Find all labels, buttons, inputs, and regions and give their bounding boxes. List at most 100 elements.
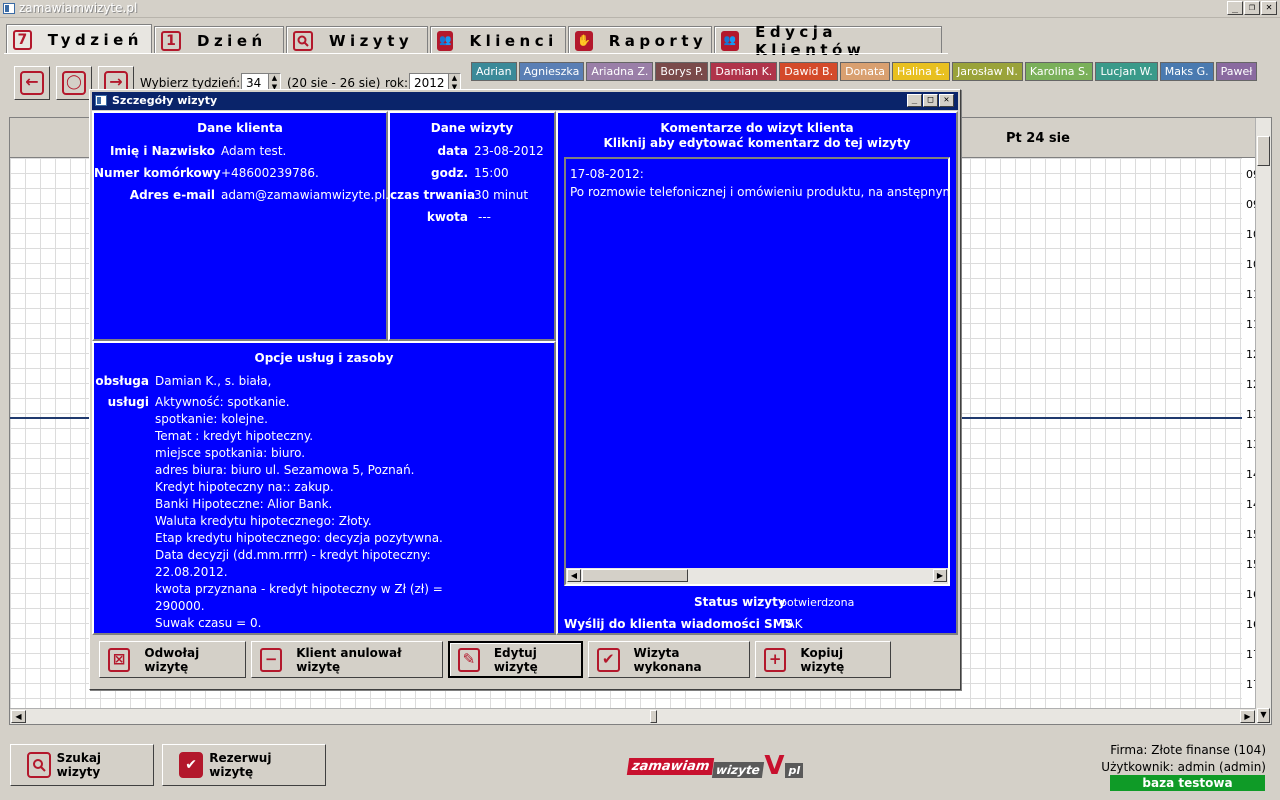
copy-visit-label: Kopiuj wizytę	[800, 645, 845, 674]
scroll-left-icon[interactable]: ◀	[567, 569, 581, 582]
client-data-panel: Dane klienta Imię i Nazwisko Adam test. …	[92, 111, 389, 341]
search-visit-button[interactable]: Szukaj wizyty	[10, 744, 154, 786]
scroll-left-icon[interactable]: ◀	[11, 710, 26, 723]
edit-visit-button[interactable]: ✎ Edytuj wizytę	[448, 641, 583, 678]
logo-check: V	[764, 751, 785, 781]
dialog-close-button[interactable]: ✕	[939, 94, 954, 107]
service-staff-value: Damian K., s. biała,	[155, 374, 272, 388]
worker-filter-chip[interactable]: Adrian	[471, 62, 517, 81]
visit-details-dialog: Szczegóły wizyty _ □ ✕ Dane klienta Imię…	[89, 89, 961, 690]
cancel-x-icon: ⊠	[108, 647, 131, 672]
worker-filter-chip[interactable]: Donata	[840, 62, 891, 81]
checkmark-icon: ✔	[597, 647, 620, 672]
calendar-1-icon: 1	[161, 30, 181, 51]
firm-info: Firma: Złote finanse (104) Użytkownik: a…	[1101, 742, 1266, 776]
scroll-right-icon[interactable]: ▶	[933, 569, 947, 582]
tab-visits[interactable]: Wizyty	[286, 26, 428, 54]
services-panel: Opcje usług i zasoby obsługa Damian K., …	[92, 341, 556, 635]
scroll-thumb[interactable]	[650, 710, 657, 723]
visit-duration-label: czas trwania	[390, 188, 476, 202]
visit-done-label: Wizyta wykonana	[633, 645, 702, 674]
tab-clients[interactable]: 👥 Klienci	[430, 26, 566, 54]
scroll-thumb[interactable]	[1257, 136, 1270, 166]
worker-filter-chip[interactable]: Damian K.	[710, 62, 778, 81]
calendar-vertical-scrollbar[interactable]: ▼	[1255, 118, 1271, 724]
client-cancelled-button[interactable]: − Klient anulował wizytę	[251, 641, 443, 678]
worker-filter-chip[interactable]: Halina Ł.	[892, 62, 951, 81]
worker-filter-chip[interactable]: Maks G.	[1159, 62, 1214, 81]
worker-filter-chip[interactable]: Karolina S.	[1024, 62, 1094, 81]
hand-icon: ✋	[575, 30, 593, 51]
current-week-button[interactable]: ◯	[56, 66, 92, 100]
comment-body: Po rozmowie telefonicznej i omówieniu pr…	[570, 185, 950, 199]
firm-name: Firma: Złote finanse (104)	[1110, 743, 1266, 757]
window-titlebar: zamawiamwizyte.pl _ ❐ ✕	[0, 0, 1280, 18]
dialog-title: Szczegóły wizyty	[112, 94, 218, 107]
client-cancelled-label: Klient anulował wizytę	[296, 645, 402, 674]
circle-icon: ◯	[62, 71, 86, 95]
client-email-label: Adres e-mail	[129, 188, 215, 202]
logo-part4: pl	[785, 762, 804, 778]
comments-textbox[interactable]: 17-08-2012: Po rozmowie telefonicznej i …	[564, 157, 950, 586]
tab-reports-label: Raporty	[608, 31, 708, 50]
worker-filter-chip[interactable]: Lucjan W.	[1095, 62, 1158, 81]
scroll-thumb[interactable]	[582, 569, 688, 582]
main-tabs: 7 Tydzień 1 Dzień Wizyty 👥 Klienci ✋ Rap…	[6, 23, 944, 59]
comments-text: 17-08-2012: Po rozmowie telefonicznej i …	[570, 165, 950, 201]
dialog-maximize-button[interactable]: □	[923, 94, 938, 107]
client-name-label: Imię i Nazwisko	[109, 144, 215, 158]
worker-filter-chip[interactable]: Dawid B.	[779, 62, 839, 81]
visit-duration-value: 30 minut	[474, 188, 529, 202]
pencil-icon: ✎	[458, 647, 480, 672]
arrow-left-icon: ←	[20, 71, 44, 95]
prev-week-button[interactable]: ←	[14, 66, 50, 100]
dialog-icon	[95, 95, 107, 106]
tab-edit-clients[interactable]: 👥 Edycja Klientów	[714, 23, 942, 59]
sms-label: Wyślij do klienta wiadomości SMS	[564, 617, 794, 631]
close-button[interactable]: ✕	[1261, 1, 1277, 15]
services-list: Aktywność: spotkanie. spotkanie: kolejne…	[155, 395, 443, 630]
scroll-down-icon[interactable]: ▼	[1257, 708, 1270, 723]
visit-done-button[interactable]: ✔ Wizyta wykonana	[588, 641, 750, 678]
current-user: Użytkownik: admin (admin)	[1101, 760, 1266, 774]
copy-visit-button[interactable]: + Kopiuj wizytę	[755, 641, 891, 678]
visit-amount-label: kwota	[426, 210, 468, 224]
comment-date: 17-08-2012:	[570, 167, 644, 181]
checkmark-icon: ✔	[179, 752, 204, 778]
minus-icon: −	[260, 647, 283, 672]
worker-filter-chip[interactable]: Ariadna Z.	[586, 62, 654, 81]
tab-visits-label: Wizyty	[329, 31, 414, 50]
tab-week-label: Tydzień	[47, 30, 143, 49]
cancel-visit-button[interactable]: ⊠ Odwołaj wizytę	[99, 641, 246, 678]
tab-week[interactable]: 7 Tydzień	[6, 24, 152, 54]
comments-panel[interactable]: Komentarze do wizyt klienta Kliknij aby …	[556, 111, 958, 635]
plus-icon: +	[764, 647, 787, 672]
tab-reports[interactable]: ✋ Raporty	[568, 26, 712, 54]
year-value: 2012	[414, 76, 445, 90]
worker-filter-chip[interactable]: Jarosław N.	[952, 62, 1023, 81]
users-icon: 👥	[721, 30, 740, 51]
scroll-right-icon[interactable]: ▶	[1240, 710, 1255, 723]
status-label: Status wizyty	[694, 595, 786, 609]
tab-clients-label: Klienci	[469, 31, 558, 50]
users-icon: 👥	[437, 30, 454, 51]
dialog-minimize-button[interactable]: _	[907, 94, 922, 107]
logo-part1: zamawiam	[626, 757, 715, 775]
client-phone-value: +48600239786.	[221, 166, 319, 180]
calendar-horizontal-scrollbar[interactable]: ◀ ▶	[10, 708, 1256, 724]
restore-button[interactable]: ❐	[1244, 1, 1260, 15]
book-visit-label: Rezerwuj wizytę	[209, 751, 272, 779]
minimize-button[interactable]: _	[1227, 1, 1243, 15]
visit-date-value: 23-08-2012	[474, 144, 544, 158]
tab-day[interactable]: 1 Dzień	[154, 26, 284, 54]
worker-filter-chip[interactable]: Paweł	[1215, 62, 1258, 81]
visit-panel-heading: Dane wizyty	[430, 121, 514, 135]
visit-data-panel: Dane wizyty data 23-08-2012 godz. 15:00 …	[388, 111, 556, 341]
calendar-7-icon: 7	[13, 29, 32, 50]
visit-time-label: godz.	[431, 166, 468, 180]
comments-horizontal-scrollbar[interactable]: ◀ ▶	[566, 568, 948, 584]
worker-filter-chip[interactable]: Borys P.	[655, 62, 709, 81]
worker-filter-chip[interactable]: Agnieszka	[518, 62, 585, 81]
book-visit-button[interactable]: ✔ Rezerwuj wizytę	[162, 744, 326, 786]
day-header[interactable]: Pt 24 sie	[1006, 131, 1070, 146]
